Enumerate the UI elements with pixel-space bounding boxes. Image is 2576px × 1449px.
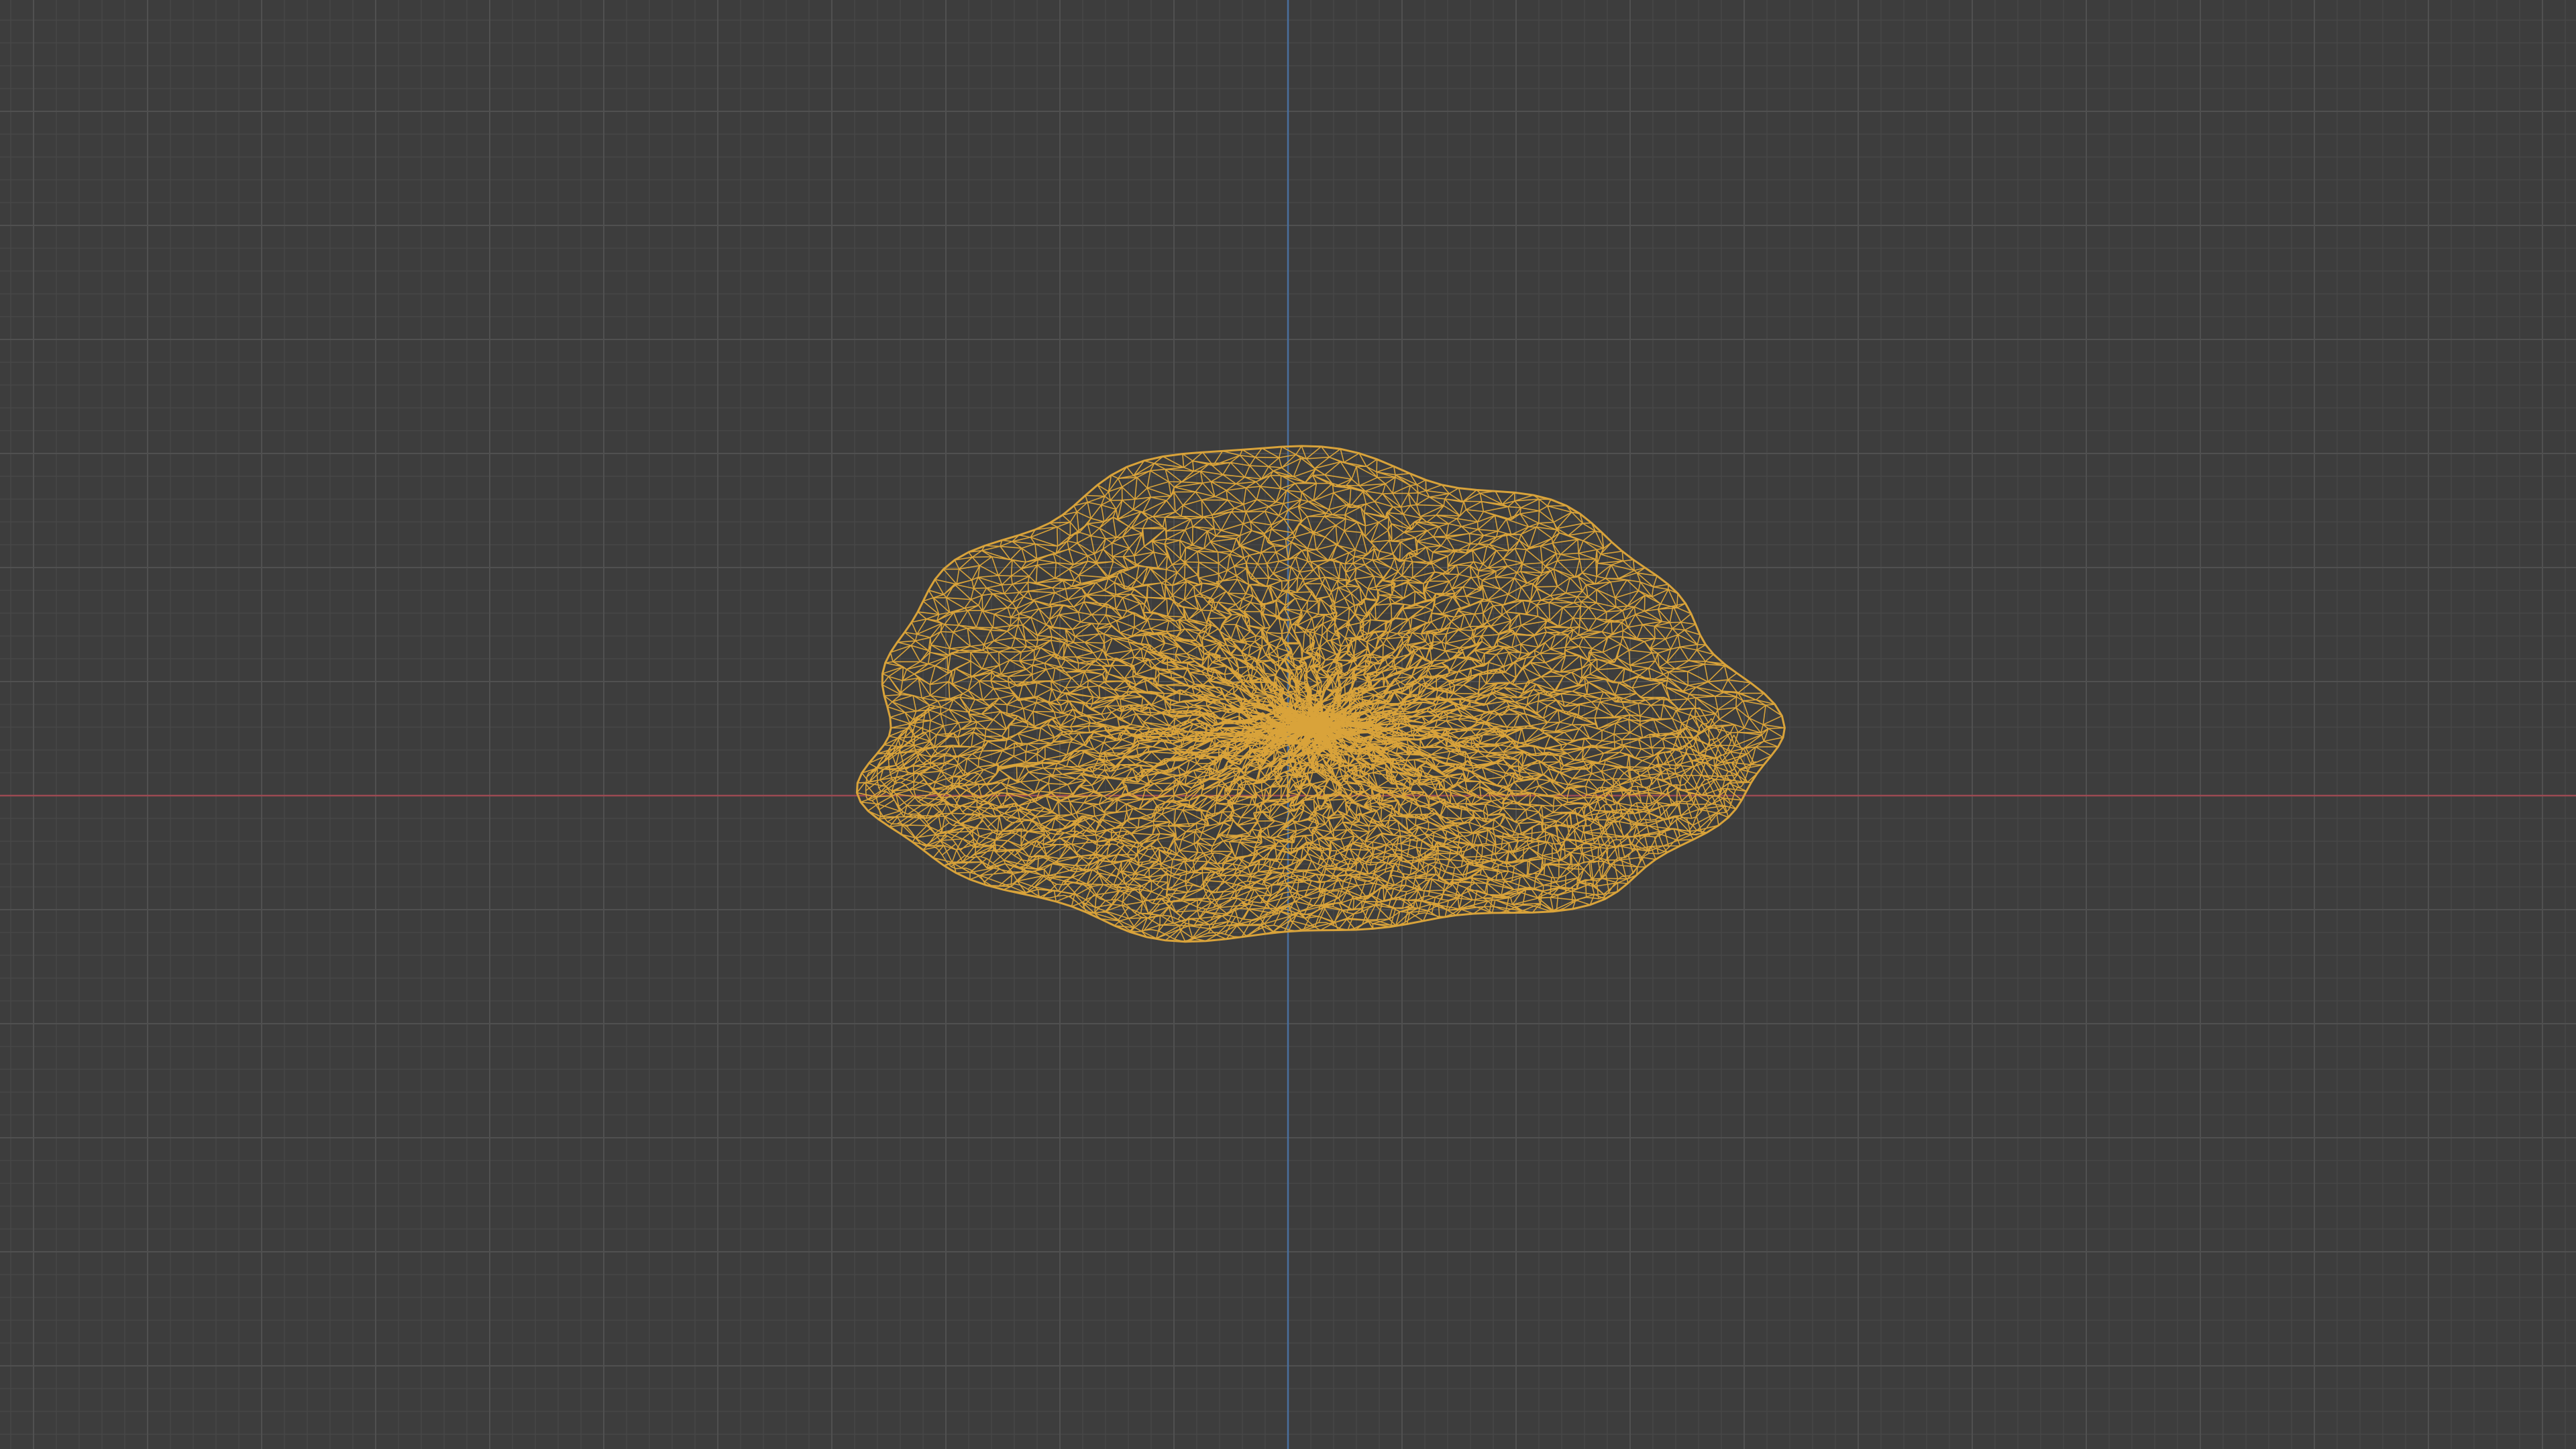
3d-viewport[interactable] — [0, 0, 2576, 1449]
viewport-canvas[interactable] — [0, 0, 2576, 1449]
object-origin-marker — [1286, 794, 1290, 798]
